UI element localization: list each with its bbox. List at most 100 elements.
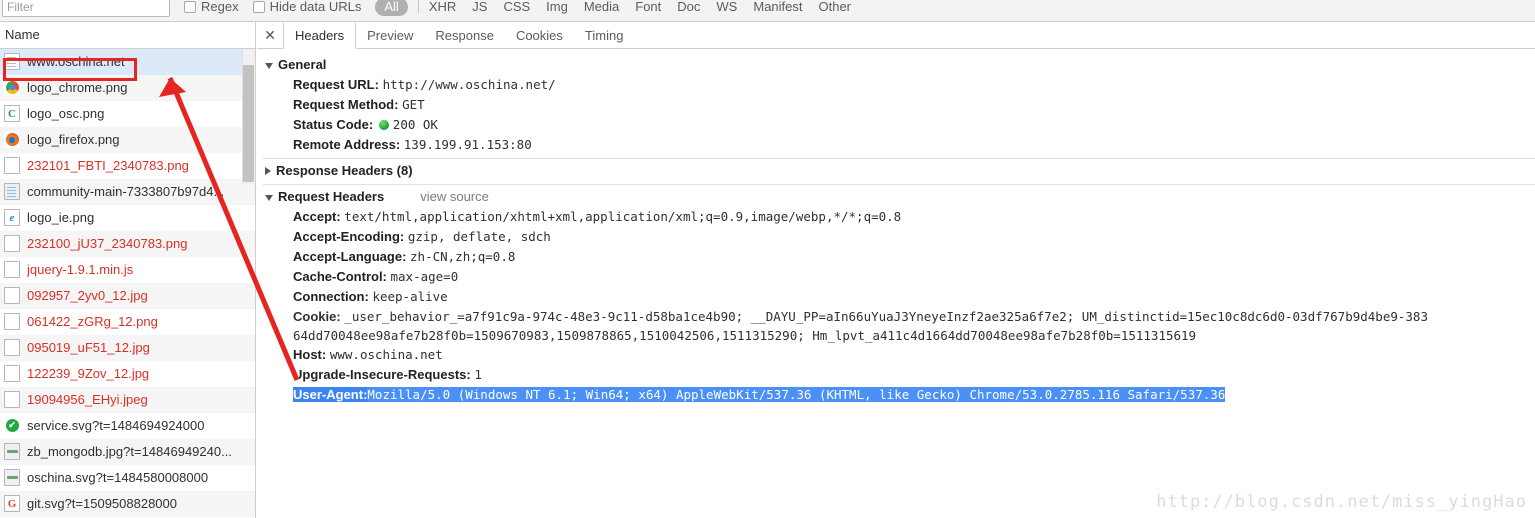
header-row-user-agent[interactable]: User-Agent:Mozilla/5.0 (Windows NT 6.1; …	[263, 385, 1535, 404]
header-key: User-Agent:	[293, 387, 368, 402]
regex-label: Regex	[201, 0, 239, 14]
tab-response[interactable]: Response	[424, 22, 505, 48]
tab-cookies[interactable]: Cookies	[505, 22, 574, 48]
list-item[interactable]: ✔ service.svg?t=1484694924000	[0, 413, 255, 439]
header-row-cookie: Cookie: _user_behavior_=a7f91c9a-974c-48…	[263, 307, 1535, 345]
status-ok-icon	[378, 120, 389, 130]
list-scrollbar-thumb[interactable]	[243, 65, 254, 182]
list-item[interactable]: oschina.svg?t=1484580008000	[0, 465, 255, 491]
devtools-network-panel: Filter Regex Hide data URLs All XHR JS C…	[0, 0, 1535, 518]
ie-logo-icon: e	[4, 209, 20, 226]
chevron-down-icon	[265, 62, 273, 69]
close-icon[interactable]: ✕	[257, 22, 283, 48]
request-headers-section-header[interactable]: Request Headers view source	[263, 187, 1535, 207]
filter-font-button[interactable]: Font	[635, 0, 661, 14]
tab-headers[interactable]: Headers	[283, 22, 357, 49]
header-value-line2: 64dd70048ee98afe7b28f0b=1509670983,15098…	[293, 328, 1197, 343]
filter-manifest-button[interactable]: Manifest	[753, 0, 802, 14]
header-value: gzip, deflate, sdch	[407, 229, 551, 244]
list-item[interactable]: zb_mongodb.jpg?t=14846949240...	[0, 439, 255, 465]
header-row: Accept: text/html,application/xhtml+xml,…	[263, 207, 1535, 227]
filter-doc-button[interactable]: Doc	[677, 0, 700, 14]
general-section-header[interactable]: General	[263, 55, 1535, 75]
list-item-label: 19094956_EHyi.jpeg	[27, 392, 148, 407]
blank-file-icon	[4, 365, 20, 382]
column-header-name[interactable]: Name	[0, 22, 255, 49]
header-value: Mozilla/5.0 (Windows NT 6.1; Win64; x64)…	[367, 387, 1226, 402]
list-item-label: logo_ie.png	[27, 210, 95, 225]
list-item[interactable]: 122239_9Zov_12.jpg	[0, 361, 255, 387]
header-value-line1: _user_behavior_=a7f91c9a-974c-48e3-9c11-…	[344, 309, 1428, 324]
list-item[interactable]: 092957_2yv0_12.jpg	[0, 283, 255, 309]
view-source-link[interactable]: view source	[420, 189, 489, 204]
regex-checkbox[interactable]: Regex	[184, 0, 239, 14]
list-item-label: logo_osc.png	[27, 106, 105, 121]
header-key: Cookie:	[293, 309, 341, 324]
blank-file-icon	[4, 339, 20, 356]
filter-ws-button[interactable]: WS	[716, 0, 737, 14]
list-item[interactable]: 19094956_EHyi.jpeg	[0, 387, 255, 413]
header-value: keep-alive	[372, 289, 448, 304]
blank-file-icon	[4, 391, 20, 408]
filter-xhr-button[interactable]: XHR	[429, 0, 456, 14]
header-key: Cache-Control:	[293, 269, 391, 284]
details-tabbar: ✕ Headers Preview Response Cookies Timin…	[257, 22, 1535, 49]
list-item[interactable]: jquery-1.9.1.min.js	[0, 257, 255, 283]
tab-preview[interactable]: Preview	[356, 22, 424, 48]
header-value: 139.199.91.153:80	[403, 137, 532, 152]
header-row: Cache-Control: max-age=0	[263, 267, 1535, 287]
hide-data-urls-checkbox[interactable]: Hide data URLs	[252, 0, 362, 14]
request-headers-rows-after: Host: www.oschina.net Upgrade-Insecure-Re…	[263, 345, 1535, 385]
requests-list-panel: Name www.oschina.net logo_chrome.png Clogo…	[0, 22, 256, 518]
filter-img-button[interactable]: Img	[546, 0, 568, 14]
request-details-panel: ✕ Headers Preview Response Cookies Timin…	[257, 22, 1535, 518]
hide-data-urls-label: Hide data URLs	[269, 0, 362, 14]
filter-input[interactable]: Filter	[2, 0, 170, 17]
list-item[interactable]: e logo_ie.png	[0, 205, 255, 231]
list-item-label: community-main-7333807b97d4...	[27, 184, 225, 199]
svg-check-icon: ✔	[4, 417, 20, 434]
firefox-logo-icon	[4, 131, 20, 148]
requests-list[interactable]: www.oschina.net logo_chrome.png Clogo_osc.…	[0, 49, 255, 518]
list-item-label: logo_firefox.png	[27, 132, 120, 147]
header-key: Upgrade-Insecure-Requests:	[293, 367, 475, 382]
list-item[interactable]: Clogo_osc.png	[0, 101, 255, 127]
list-item[interactable]: 095019_uF51_12.jpg	[0, 335, 255, 361]
list-item[interactable]: www.oschina.net	[0, 49, 255, 75]
chevron-down-icon	[265, 194, 273, 201]
list-item[interactable]: 232101_FBTI_2340783.png	[0, 153, 255, 179]
toolbar-divider	[417, 0, 419, 13]
checkbox-icon[interactable]	[252, 0, 265, 13]
blank-file-icon	[4, 261, 20, 278]
list-item[interactable]: community-main-7333807b97d4...	[0, 179, 255, 205]
header-key: Accept:	[293, 209, 345, 224]
osc-logo-icon: C	[4, 105, 20, 122]
list-item[interactable]: Ggit.svg?t=1509508828000	[0, 491, 255, 517]
list-item[interactable]: 232100_jU37_2340783.png	[0, 231, 255, 257]
blank-file-icon	[4, 157, 20, 174]
general-row: Request Method: GET	[263, 95, 1535, 115]
response-headers-section-header[interactable]: Response Headers (8)	[263, 161, 1535, 181]
list-item[interactable]: 061422_zGRg_12.png	[0, 309, 255, 335]
divider	[263, 158, 1535, 159]
list-item[interactable]: logo_firefox.png	[0, 127, 255, 153]
header-value: GET	[402, 97, 425, 112]
filter-js-button[interactable]: JS	[472, 0, 487, 14]
list-item-label: 092957_2yv0_12.jpg	[27, 288, 148, 303]
tab-timing[interactable]: Timing	[574, 22, 635, 48]
list-item-label: logo_chrome.png	[27, 80, 128, 95]
response-headers-title: Response Headers (8)	[276, 163, 413, 178]
watermark: http://blog.csdn.net/miss_yingHao	[1156, 492, 1527, 512]
header-row: Host: www.oschina.net	[263, 345, 1535, 365]
general-rows: Request URL: http://www.oschina.net/Requ…	[263, 75, 1535, 155]
header-value: www.oschina.net	[329, 347, 443, 362]
filter-media-button[interactable]: Media	[584, 0, 619, 14]
header-value: http://www.oschina.net/	[382, 77, 556, 92]
checkbox-icon[interactable]	[184, 0, 196, 13]
filter-other-button[interactable]: Other	[819, 0, 852, 14]
header-key: Accept-Encoding:	[293, 229, 408, 244]
list-item[interactable]: logo_chrome.png	[0, 75, 255, 101]
filter-all-button[interactable]: All	[375, 0, 408, 16]
filter-css-button[interactable]: CSS	[503, 0, 530, 14]
list-item-label: 095019_uF51_12.jpg	[27, 340, 150, 355]
